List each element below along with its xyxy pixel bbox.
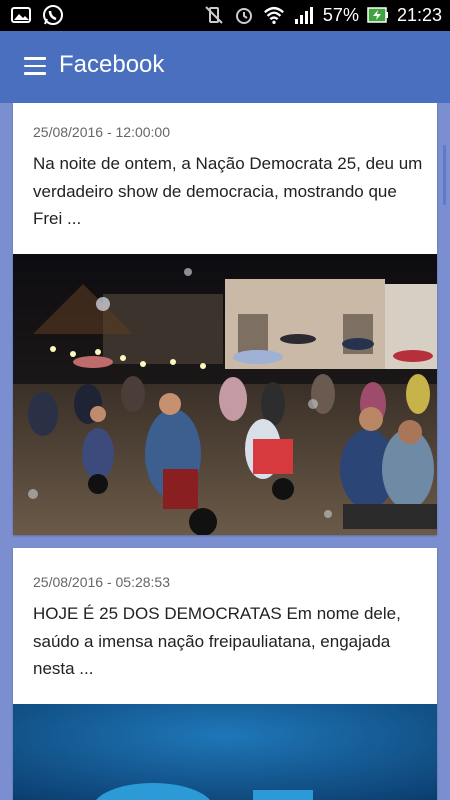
gallery-icon — [10, 4, 32, 26]
hamburger-menu-icon[interactable] — [24, 57, 46, 75]
vibrate-off-icon — [203, 4, 225, 26]
post-image[interactable] — [13, 254, 437, 536]
post-image[interactable] — [13, 704, 437, 800]
clock: 21:23 — [396, 4, 442, 25]
feed[interactable]: 25/08/2016 - 12:00:00 Na noite de ontem,… — [0, 103, 450, 800]
battery-percentage: 57% — [322, 4, 359, 25]
post-text[interactable]: Na noite de ontem, a Nação Democrata 25,… — [33, 150, 423, 233]
post-date: 25/08/2016 - 05:28:53 — [33, 574, 171, 590]
alarm-icon — [233, 4, 255, 26]
wifi-icon — [263, 4, 285, 26]
status-bar: 57% 21:23 — [0, 0, 450, 31]
blue-campaign-banner-photo — [13, 704, 437, 800]
post-card[interactable]: 25/08/2016 - 12:00:00 Na noite de ontem,… — [13, 103, 437, 536]
scrollbar[interactable] — [443, 145, 446, 205]
signal-icon — [293, 4, 315, 26]
page-title: Facebook — [59, 51, 165, 78]
night-motorcycle-parade-photo — [13, 254, 437, 536]
post-card[interactable]: 25/08/2016 - 05:28:53 HOJE É 25 DOS DEMO… — [13, 548, 437, 800]
post-date: 25/08/2016 - 12:00:00 — [33, 124, 171, 140]
battery-charging-icon — [367, 4, 389, 26]
app-bar: Facebook — [0, 31, 450, 103]
whatsapp-icon — [42, 4, 64, 26]
post-text[interactable]: HOJE É 25 DOS DEMOCRATAS Em nome dele, s… — [33, 600, 423, 683]
